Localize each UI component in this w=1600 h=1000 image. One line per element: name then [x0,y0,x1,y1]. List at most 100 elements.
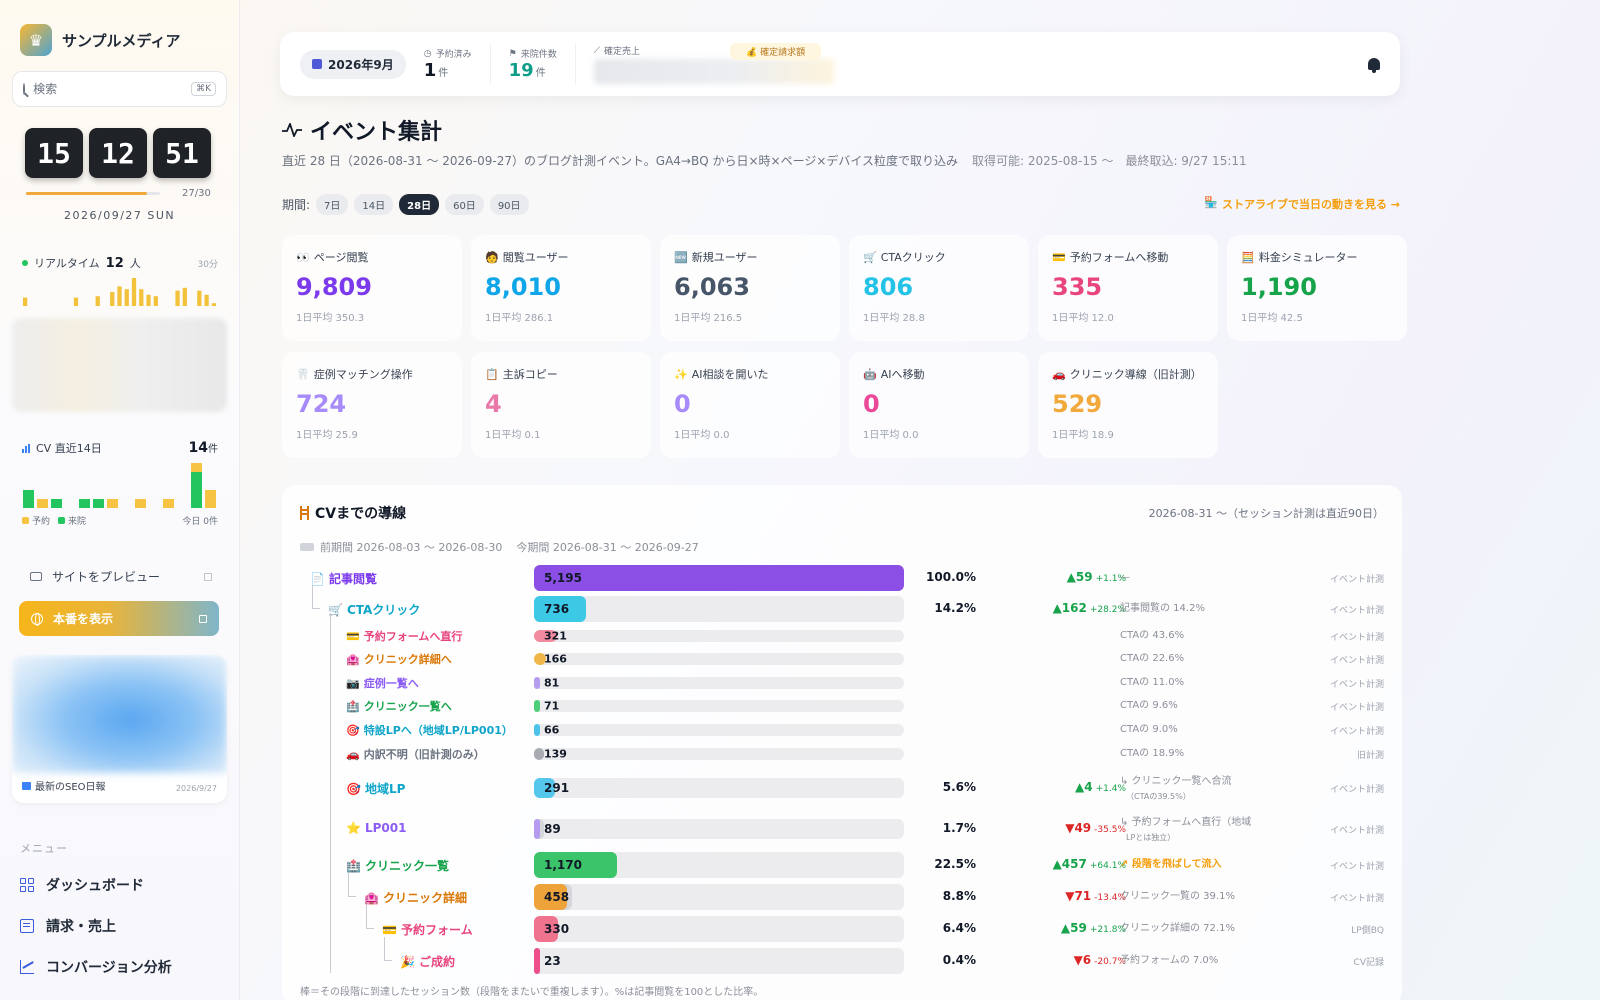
flag-icon: ⚑ [508,48,517,59]
storelive-label: ストアライブで当日の動きを見る → [1221,198,1400,211]
funnel-step-name: 予約フォームへ直行 [363,630,463,643]
metric-daily-average: 1日平均 0.0 [863,430,919,441]
funnel-step-label: 🚗 内訳不明（旧計測のみ） [346,746,485,762]
metric-icon: 📋 [485,367,499,381]
period-60d-button[interactable]: 60日 [445,194,484,215]
search-box[interactable]: ⌘K [12,71,227,107]
funnel-delta: ▲59 +1.1% [1067,570,1126,584]
search-icon [23,83,26,95]
realtime-label: リアルタイム [34,257,100,270]
cv-funnel-card: CVまでの導線 2026-08-31 〜（セッション計測は直近90日） 前期間 … [282,485,1402,1000]
funnel-bar [534,677,540,689]
funnel-legend: 前期間 2026-08-03 〜 2026-08-30 今期間 2026-08-… [300,539,699,555]
page-title-text: イベント集計 [310,120,443,145]
menu-item-dashboard[interactable]: ダッシュボード [20,875,144,895]
trend-icon: ⟋ [593,45,601,56]
funnel-bar-value: 5,195 [544,571,582,585]
funnel-range: 2026-08-31 〜（セッション計測は直近90日） [1148,507,1384,520]
cv-bar-visit [191,472,202,508]
menu-item-billing[interactable]: 請求・売上 [20,916,116,936]
month-selector[interactable]: 2026年9月 [300,49,406,79]
funnel-step-label: 🛒 CTAクリック [328,601,420,618]
funnel-source: イベント計測 [1329,785,1384,795]
seo-report-title: 最新のSEO日報 [35,782,106,793]
kpi-reserved: ◷ 予約済み 1件 [406,44,490,84]
cv-label: CV 直近14日 [36,442,102,455]
funnel-bar-value: 736 [544,602,570,616]
metric-card: ✨ AI相談を開いた 0 1日平均 0.0 [660,352,840,458]
cv-bar-visit [93,499,104,508]
funnel-delta-value: ▲162 [1052,601,1087,615]
bell-icon[interactable] [1368,58,1380,73]
kpi-reserved-number: 1 [423,60,437,81]
clock: 15 12 51 [25,128,211,178]
funnel-source: イベント計測 [1329,606,1384,616]
funnel-step-label: 🏩 クリニック詳細へ [346,651,452,667]
funnel-note: 記事閲覧の 14.2% [1120,601,1205,616]
funnel-bar [534,948,540,974]
metric-value: 1,190 [1241,273,1317,301]
storelive-link[interactable]: 🏪 ストアライブで当日の動きを見る → [1204,196,1400,212]
funnel-source: CV記録 [1353,958,1384,968]
funnel-bar-track: 23 [534,948,904,974]
site-preview-link[interactable]: サイトをプレビュー [30,568,212,585]
funnel-step-label: 📄 記事閲覧 [310,570,377,587]
metric-label-text: 主訴コピー [502,368,558,381]
funnel-step-icon: 🏩 [346,652,360,666]
realtime-bar [73,297,79,306]
metric-label: 💳 予約フォームへ移動 [1052,249,1204,265]
metric-value: 0 [863,390,880,418]
menu-item-conversion[interactable]: コンバージョン分析 [20,957,172,977]
menu-item-label: コンバージョン分析 [46,960,172,976]
external-link-icon [199,614,207,623]
legend-reserve: 予約 [22,514,50,527]
funnel-delta-value: ▲59 [1060,921,1087,935]
calendar-icon [312,59,322,69]
clock-minutes: 12 [89,128,147,178]
funnel-source: イベント計測 [1329,575,1384,585]
funnel-step-name: 症例一覧へ [363,677,419,690]
brand[interactable]: ♛ サンプルメディア [20,24,181,56]
period-14d-button[interactable]: 14日 [354,194,394,215]
funnel-delta: ▼6 -20.7% [1074,953,1126,967]
funnel-step-name: クリニック詳細 [382,891,467,905]
funnel-step-name: クリニック詳細へ [363,653,452,666]
funnel-bar-track: 458 [534,884,904,910]
realtime-bar [95,296,100,306]
funnel-note: CTAの 18.9% [1120,746,1184,761]
metric-daily-average: 1日平均 18.9 [1052,430,1114,441]
search-input[interactable] [33,82,184,96]
realtime-bar [153,296,158,306]
funnel-bar-value: 71 [544,699,560,713]
funnel-bar-track: 139 [534,748,904,761]
metric-daily-average: 1日平均 42.5 [1241,313,1303,324]
view-production-button[interactable]: 本番を表示 [19,601,219,636]
funnel-step-icon: 🎯 [346,723,360,737]
cv-today: 今日 0件 [182,517,218,527]
funnel-step-label: 🏥 クリニック一覧へ [346,698,452,714]
realtime-bar [124,289,129,306]
page-subtitle: 直近 28 日（2026-08-31 〜 2026-09-27）のブログ計測イベ… [282,152,1247,169]
legend-visit-label: 来院 [68,517,87,527]
period-90d-button[interactable]: 90日 [489,194,529,215]
funnel-bar-value: 66 [544,723,560,737]
realtime-bar [197,290,202,306]
month-progress-bar [26,192,160,195]
brand-name: サンプルメディア [62,31,181,50]
funnel-delta: ▲457 +64.1% [1053,857,1126,871]
funnel-step-name: 地域LP [364,782,406,796]
tree-connector [330,613,331,973]
funnel-bar-value: 321 [544,629,567,643]
funnel-source: イベント計測 [1329,894,1384,904]
period-7d-button[interactable]: 7日 [316,194,349,215]
globe-icon [31,612,43,626]
metric-label-text: 予約フォームへ移動 [1069,251,1169,264]
funnel-bar-value: 23 [544,954,561,968]
realtime-widget: リアルタイム 12 人 30分 [22,255,218,271]
cv-bar-reserve [163,499,174,508]
funnel-note: ↳ クリニック一覧へ合流 （CTAの39.5%） [1120,774,1232,804]
period-28d-button[interactable]: 28日 [399,194,440,215]
legend-prev-label: 前期間 2026-08-03 〜 2026-08-30 [320,541,503,554]
seo-report-card[interactable]: 最新のSEO日報 2026/9/27 [12,655,227,803]
cv-chart [23,463,216,508]
